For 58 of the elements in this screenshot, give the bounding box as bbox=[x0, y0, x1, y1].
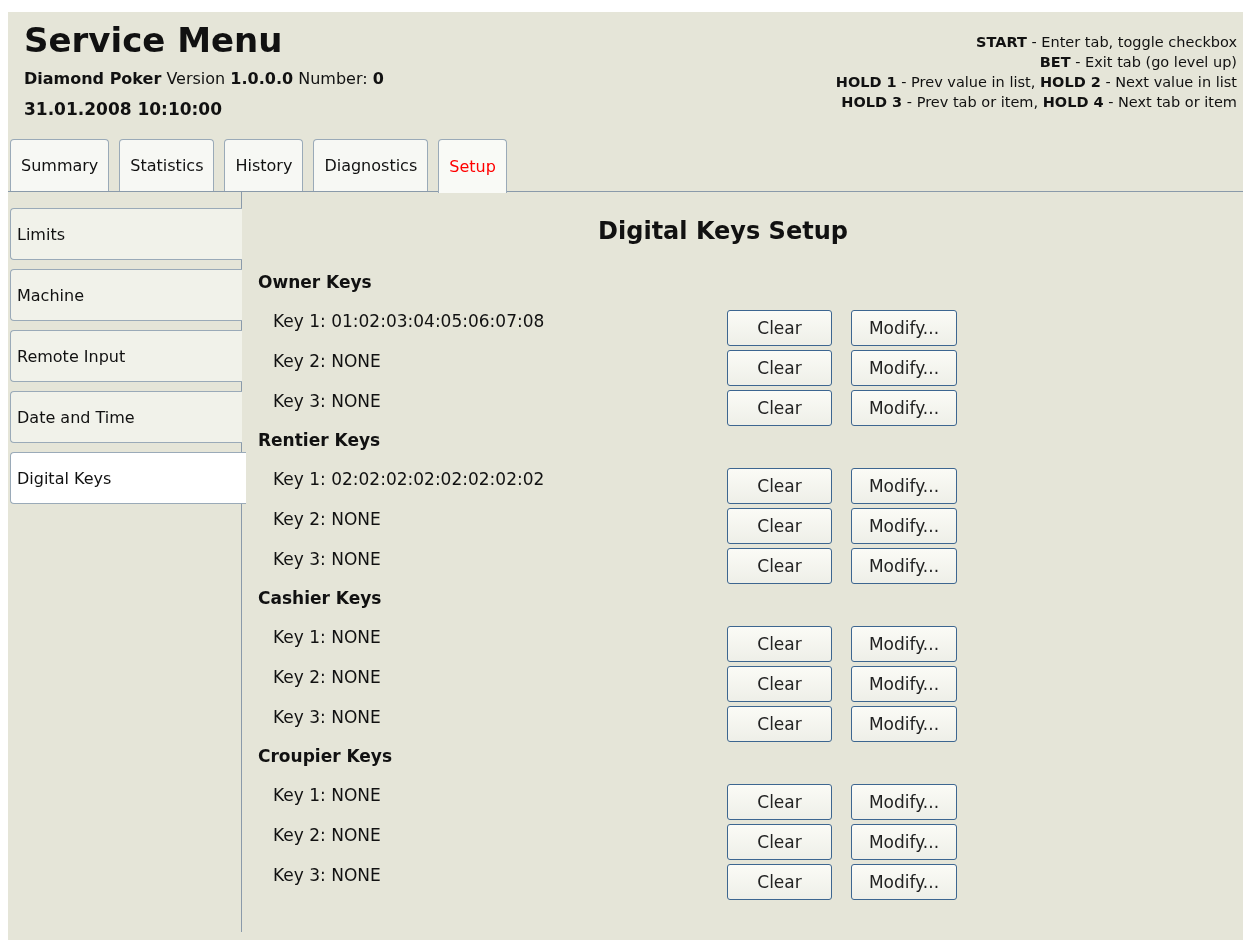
key-label: Key 1: 01:02:03:04:05:06:07:08 bbox=[273, 311, 546, 331]
clear-button[interactable]: Clear bbox=[727, 626, 832, 662]
tab[interactable]: Diagnostics bbox=[313, 139, 429, 191]
modify-button[interactable]: Modify... bbox=[851, 626, 957, 662]
modify-button[interactable]: Modify... bbox=[851, 864, 957, 900]
clear-button[interactable]: Clear bbox=[727, 468, 832, 504]
key-help-text: HOLD 1 - Prev value in list, HOLD 2 - Next value in list bbox=[835, 73, 1237, 92]
clear-button[interactable]: Clear bbox=[727, 784, 832, 820]
clear-button[interactable]: Clear bbox=[727, 310, 832, 346]
key-label: Key 2: NONE bbox=[273, 351, 382, 371]
modify-button[interactable]: Modify... bbox=[851, 310, 957, 346]
clear-button[interactable]: Clear bbox=[727, 706, 832, 742]
group-heading: Croupier Keys bbox=[258, 745, 394, 768]
key-help-text: HOLD 3 - Prev tab or item, HOLD 4 - Next tab or item bbox=[840, 93, 1237, 112]
sidebar-item[interactable]: Remote Input bbox=[10, 330, 242, 382]
modify-button[interactable]: Modify... bbox=[851, 350, 957, 386]
key-label: Key 3: NONE bbox=[273, 391, 382, 411]
date-time: 31.01.2008 10:10:00 bbox=[24, 98, 224, 120]
modify-button[interactable]: Modify... bbox=[851, 706, 957, 742]
modify-button[interactable]: Modify... bbox=[851, 784, 957, 820]
modify-button[interactable]: Modify... bbox=[851, 390, 957, 426]
sidebar-item[interactable]: Machine bbox=[10, 269, 242, 321]
key-label: Key 3: NONE bbox=[273, 707, 382, 727]
key-label: Key 2: NONE bbox=[273, 825, 382, 845]
sidebar-item[interactable]: Digital Keys bbox=[10, 452, 246, 504]
sidebar-item[interactable]: Date and Time bbox=[10, 391, 242, 443]
key-label: Key 2: NONE bbox=[273, 509, 382, 529]
group-heading: Cashier Keys bbox=[258, 587, 383, 610]
key-label: Key 1: 02:02:02:02:02:02:02:02 bbox=[273, 469, 546, 489]
tab[interactable]: Statistics bbox=[119, 139, 215, 191]
key-label: Key 3: NONE bbox=[273, 549, 382, 569]
key-label: Key 3: NONE bbox=[273, 865, 382, 885]
clear-button[interactable]: Clear bbox=[727, 548, 832, 584]
modify-button[interactable]: Modify... bbox=[851, 508, 957, 544]
clear-button[interactable]: Clear bbox=[727, 824, 832, 860]
tab[interactable]: History bbox=[224, 139, 304, 191]
group-heading: Rentier Keys bbox=[258, 429, 382, 452]
modify-button[interactable]: Modify... bbox=[851, 548, 957, 584]
clear-button[interactable]: Clear bbox=[727, 864, 832, 900]
group-heading: Owner Keys bbox=[258, 271, 373, 294]
tab[interactable]: Setup bbox=[438, 139, 507, 193]
tab[interactable]: Summary bbox=[10, 139, 110, 191]
clear-button[interactable]: Clear bbox=[727, 350, 832, 386]
key-help-text: START - Enter tab, toggle checkbox bbox=[975, 33, 1237, 52]
key-label: Key 2: NONE bbox=[273, 667, 382, 687]
clear-button[interactable]: Clear bbox=[727, 390, 832, 426]
key-help-text: BET - Exit tab (go level up) bbox=[1038, 53, 1237, 72]
screen-title: Service Menu bbox=[24, 19, 284, 62]
modify-button[interactable]: Modify... bbox=[851, 666, 957, 702]
clear-button[interactable]: Clear bbox=[727, 666, 832, 702]
sidebar-item[interactable]: Limits bbox=[10, 208, 242, 260]
game-info: Diamond Poker Version 1.0.0.0 Number: 0 bbox=[24, 68, 384, 90]
key-label: Key 1: NONE bbox=[273, 785, 382, 805]
clear-button[interactable]: Clear bbox=[727, 508, 832, 544]
modify-button[interactable]: Modify... bbox=[851, 824, 957, 860]
key-label: Key 1: NONE bbox=[273, 627, 382, 647]
modify-button[interactable]: Modify... bbox=[851, 468, 957, 504]
section-title: Digital Keys Setup bbox=[597, 216, 849, 246]
